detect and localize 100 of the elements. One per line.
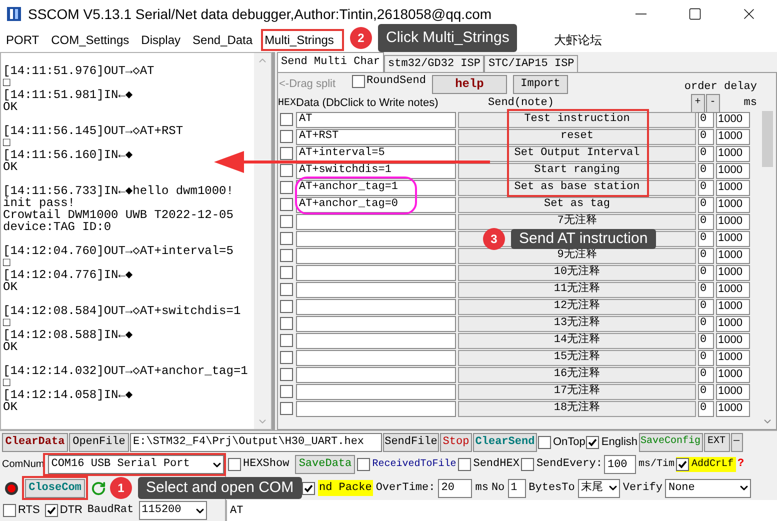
delay-field[interactable]: 1000 xyxy=(716,214,750,230)
checkbox[interactable] xyxy=(280,334,292,347)
checkbox[interactable] xyxy=(280,368,292,381)
add-row-button[interactable]: + xyxy=(690,94,705,112)
data-field[interactable] xyxy=(296,350,456,366)
save-data-button[interactable]: SaveData xyxy=(295,455,356,474)
delay-field[interactable]: 1000 xyxy=(716,400,750,416)
checkbox[interactable] xyxy=(280,402,292,415)
send-note-button[interactable]: 12无注释 xyxy=(458,298,696,314)
send-note-button[interactable]: 13无注释 xyxy=(458,316,696,332)
checkbox[interactable] xyxy=(228,458,241,471)
data-field[interactable] xyxy=(296,214,456,230)
send-note-button[interactable]: Set as base station xyxy=(458,180,696,196)
clear-data-button[interactable]: ClearData xyxy=(2,432,68,452)
send-interval-field[interactable]: 100 xyxy=(604,455,636,474)
data-field[interactable]: AT xyxy=(296,112,456,128)
delay-field[interactable]: 1000 xyxy=(716,332,750,348)
send-note-button[interactable]: reset xyxy=(458,128,696,144)
menu-item[interactable]: Send_Data xyxy=(192,31,253,49)
data-field[interactable]: AT+anchor_tag=1 xyxy=(296,180,456,196)
data-field[interactable] xyxy=(296,230,456,246)
checkbox[interactable] xyxy=(676,458,690,471)
send-note-button[interactable]: Start ranging xyxy=(458,162,696,178)
checkbox[interactable] xyxy=(280,130,292,143)
checkbox[interactable] xyxy=(357,458,370,471)
send-note-button[interactable]: 14无注释 xyxy=(458,332,696,348)
checkbox[interactable] xyxy=(280,300,292,313)
delay-field[interactable]: 1000 xyxy=(716,350,750,366)
checkbox[interactable] xyxy=(280,198,292,211)
overtime-field[interactable]: 20 xyxy=(438,478,472,498)
data-field[interactable] xyxy=(296,316,456,332)
order-field[interactable]: 0 xyxy=(698,180,714,196)
delay-field[interactable]: 1000 xyxy=(716,264,750,280)
send-note-button[interactable]: 16无注释 xyxy=(458,366,696,382)
data-field[interactable] xyxy=(296,400,456,416)
order-field[interactable]: 0 xyxy=(698,384,714,400)
send-note-button[interactable]: Set as tag xyxy=(458,196,696,212)
checkbox[interactable] xyxy=(458,458,472,471)
send-note-button[interactable]: 15无注释 xyxy=(458,350,696,366)
checkbox[interactable] xyxy=(280,164,292,177)
order-field[interactable]: 0 xyxy=(698,112,714,128)
order-field[interactable]: 0 xyxy=(698,146,714,162)
checkbox[interactable] xyxy=(586,436,600,448)
delay-field[interactable]: 1000 xyxy=(716,316,750,332)
delay-field[interactable]: 1000 xyxy=(716,196,750,212)
stop-button[interactable]: Stop xyxy=(440,432,472,452)
data-field[interactable] xyxy=(296,282,456,298)
delay-field[interactable]: 1000 xyxy=(716,248,750,264)
data-field[interactable] xyxy=(296,248,456,264)
menu-item[interactable]: PORT xyxy=(6,31,40,49)
checkbox[interactable] xyxy=(352,75,365,88)
send-file-button[interactable]: SendFile xyxy=(383,432,439,452)
tab[interactable]: Send Multi Char xyxy=(277,52,384,72)
order-field[interactable]: 0 xyxy=(698,196,714,212)
send-text-area[interactable]: AT xyxy=(226,500,777,521)
checkbox[interactable] xyxy=(302,482,315,494)
order-field[interactable]: 0 xyxy=(698,366,714,382)
checkbox[interactable] xyxy=(280,181,292,194)
delay-field[interactable]: 1000 xyxy=(716,162,750,178)
checkbox[interactable] xyxy=(280,385,292,398)
order-field[interactable]: 0 xyxy=(698,316,714,332)
delay-field[interactable]: 1000 xyxy=(716,384,750,400)
tab[interactable]: STC/IAP15 ISP xyxy=(484,55,578,72)
import-button[interactable]: Import xyxy=(512,74,568,94)
menu-item[interactable]: Display xyxy=(141,31,181,49)
order-field[interactable]: 0 xyxy=(698,230,714,246)
save-config-button[interactable]: SaveConfig xyxy=(638,432,702,452)
tab[interactable]: stm32/GD32 ISP xyxy=(384,55,484,72)
order-field[interactable]: 0 xyxy=(698,298,714,314)
send-note-button[interactable]: 11无注释 xyxy=(458,282,696,298)
packet-number-field[interactable]: 1 xyxy=(508,478,526,498)
order-field[interactable]: 0 xyxy=(698,128,714,144)
delay-field[interactable]: 1000 xyxy=(716,146,750,162)
data-field[interactable] xyxy=(296,332,456,348)
remove-row-button[interactable]: - xyxy=(706,94,720,112)
data-field[interactable]: AT+interval=5 xyxy=(296,146,456,162)
order-field[interactable]: 0 xyxy=(698,332,714,348)
order-field[interactable]: 0 xyxy=(698,162,714,178)
checkbox[interactable] xyxy=(44,504,58,517)
bytes-to-select[interactable]: 末尾 xyxy=(578,478,620,498)
refresh-icon[interactable] xyxy=(91,480,106,496)
help-button[interactable]: help xyxy=(432,74,507,94)
scroll-thumb[interactable] xyxy=(762,111,773,167)
order-field[interactable]: 0 xyxy=(698,214,714,230)
checkbox[interactable] xyxy=(280,317,292,330)
data-field[interactable] xyxy=(296,264,456,280)
collapse-button[interactable]: — xyxy=(730,432,742,452)
delay-field[interactable]: 1000 xyxy=(716,112,750,128)
delay-field[interactable]: 1000 xyxy=(716,128,750,144)
order-field[interactable]: 0 xyxy=(698,248,714,264)
clear-send-button[interactable]: ClearSend xyxy=(473,432,537,452)
send-note-button[interactable]: 18无注释 xyxy=(458,400,696,416)
send-note-button[interactable]: Test instruction xyxy=(458,112,696,128)
order-field[interactable]: 0 xyxy=(698,282,714,298)
order-field[interactable]: 0 xyxy=(698,350,714,366)
send-note-button[interactable]: 7无注释 xyxy=(458,214,696,230)
order-field[interactable]: 0 xyxy=(698,400,714,416)
data-field[interactable] xyxy=(296,298,456,314)
order-field[interactable]: 0 xyxy=(698,264,714,280)
open-file-button[interactable]: OpenFile xyxy=(69,432,129,452)
